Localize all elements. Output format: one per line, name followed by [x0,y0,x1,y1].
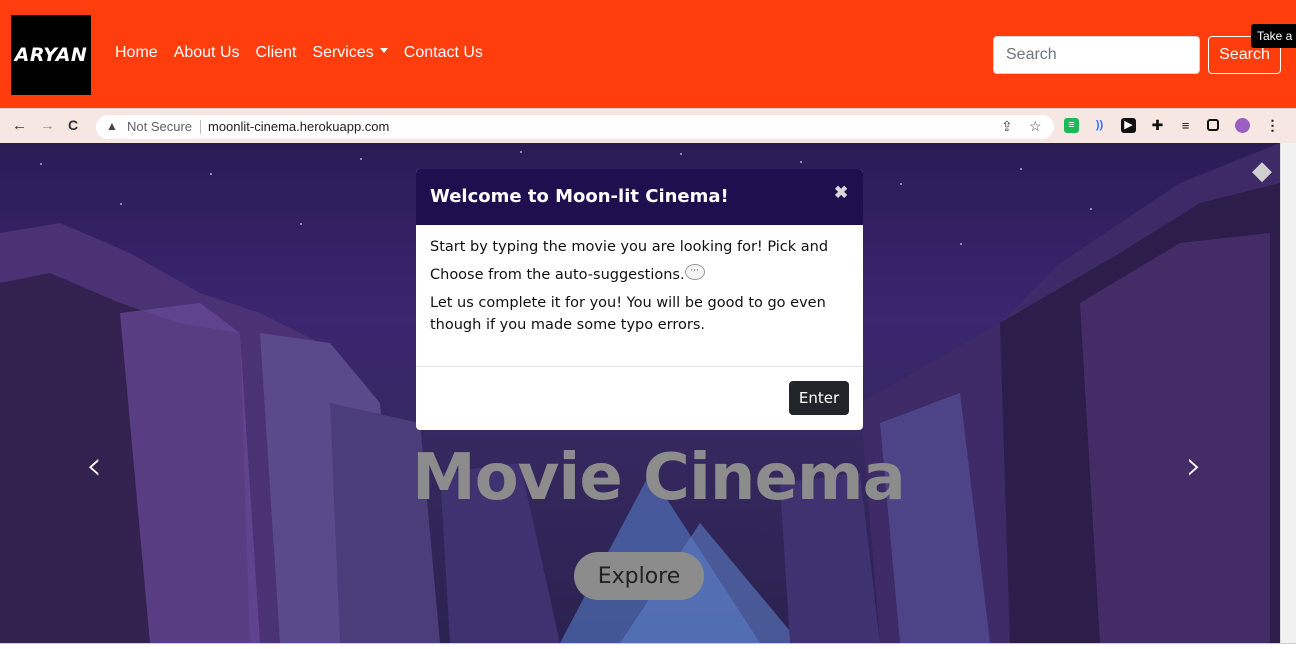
site-navbar: ARYAN Home About Us Client Services Cont… [0,0,1296,108]
star [520,151,522,153]
carousel-prev-icon[interactable]: ‹ [86,443,102,489]
back-arrow-icon[interactable]: ← [12,117,27,134]
nav-services-label: Services [312,44,374,61]
extension-green-icon[interactable]: ≡ [1064,118,1079,133]
nav-services-dropdown[interactable]: Services [312,44,388,62]
nav-client-link[interactable]: Client [256,44,297,62]
browser-toolbar: ← → C ▲ Not Secure moonlit-cinema.heroku… [0,108,1296,143]
star [300,223,302,225]
extension-play-icon[interactable]: ▶ [1121,118,1136,133]
star [960,243,962,245]
kebab-menu-icon[interactable]: ⋮ [1265,118,1280,133]
extension-audio-icon[interactable]: )) [1092,118,1107,133]
star [900,183,902,185]
extensions-puzzle-icon[interactable]: ✚ [1150,118,1165,133]
modal-title: Welcome to Moon-lit Cinema! [430,186,729,207]
star [360,158,362,160]
tooltip: Take a [1251,24,1296,48]
warning-icon: ▲ [106,119,118,133]
nav-contact-link[interactable]: Contact Us [404,44,483,62]
brand-logo[interactable]: ARYAN [11,15,91,95]
side-panel-icon[interactable] [1207,119,1219,131]
welcome-modal: Welcome to Moon-lit Cinema! ✖ Start by t… [416,169,863,430]
bird-icon: ◆ [1252,155,1272,185]
star [40,163,42,165]
share-icon[interactable]: ⇪ [1001,118,1013,135]
search-input[interactable] [993,36,1200,74]
address-bar[interactable]: ▲ Not Secure moonlit-cinema.herokuapp.co… [96,115,1054,139]
reload-icon[interactable]: C [68,117,78,133]
star [210,173,212,175]
url-text: moonlit-cinema.herokuapp.com [208,119,390,134]
modal-body-line-wrap: Choose from the auto-suggestions. ··· [430,264,705,283]
modal-header: Welcome to Moon-lit Cinema! ✖ [416,169,863,225]
star [120,203,122,205]
explore-button[interactable]: Explore [574,552,704,600]
bookmark-star-icon[interactable]: ☆ [1029,118,1042,135]
enter-button[interactable]: Enter [789,381,849,415]
carousel-next-icon[interactable]: › [1186,443,1202,489]
profile-avatar[interactable] [1235,118,1250,133]
reading-list-icon[interactable]: ≡ [1178,118,1193,133]
bottom-strip [0,643,1296,649]
modal-divider [416,366,863,367]
close-icon[interactable]: ✖ [834,183,848,203]
star [680,153,682,155]
star [1020,168,1022,170]
nav-about-link[interactable]: About Us [174,44,240,62]
caret-down-icon [379,48,388,54]
address-divider [200,120,201,134]
modal-body-line: Choose from the auto-suggestions. [430,267,685,283]
page-scrollbar[interactable] [1280,143,1296,643]
nav-home-link[interactable]: Home [115,44,158,62]
modal-body-line: Let us complete it for you! You will be … [430,295,826,311]
modal-body-line: though if you made some typo errors. [430,317,705,333]
hero-title: Movie Cinema [412,441,906,515]
modal-body-line: Start by typing the movie you are lookin… [430,239,829,255]
star [1090,208,1092,210]
forward-arrow-icon[interactable]: → [40,117,55,134]
security-label: Not Secure [127,119,193,134]
speech-bubble-icon: ··· [684,264,705,280]
nav-links: Home About Us Client Services Contact Us [115,44,499,62]
star [800,161,802,163]
